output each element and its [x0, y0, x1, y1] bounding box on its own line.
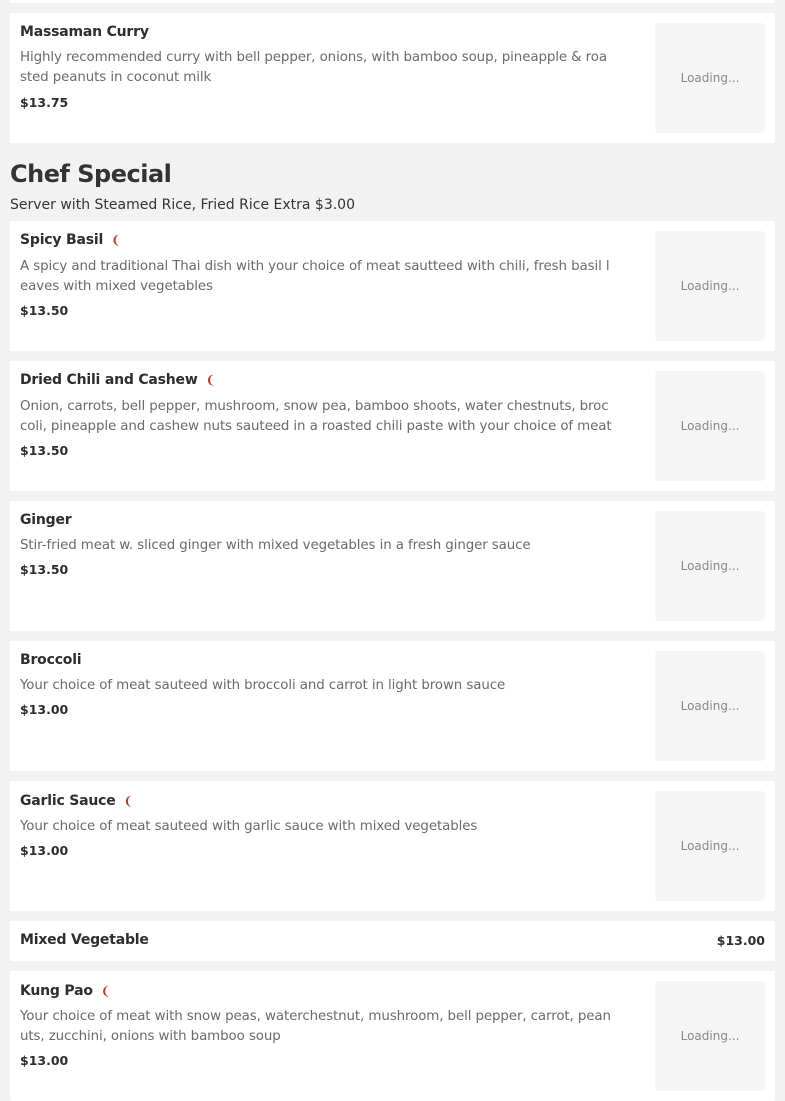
- item-description-line: coli, pineapple and cashew nuts sauteed …: [20, 419, 612, 434]
- item-description-line: Stir-fried meat w. sliced ginger with mi…: [20, 538, 531, 553]
- item-image-placeholder: Loading...: [655, 511, 765, 621]
- menu-item-broccoli[interactable]: Broccoli Your choice of meat sauteed wit…: [10, 641, 775, 771]
- chili-pepper-icon: ❨: [111, 233, 121, 247]
- loading-text: Loading...: [680, 699, 740, 713]
- item-name: Massaman Curry: [20, 24, 149, 40]
- menu-item-massaman-curry[interactable]: Massaman Curry Highly recommended curry …: [10, 13, 775, 143]
- item-name-text: Massaman Curry: [20, 24, 149, 40]
- chili-pepper-icon: ❨: [123, 794, 134, 808]
- chili-pepper-icon: ❨: [100, 984, 111, 998]
- item-image-placeholder: Loading...: [655, 651, 765, 761]
- item-name: Mixed Vegetable: [20, 932, 149, 948]
- item-name-text: Mixed Vegetable: [20, 932, 149, 948]
- item-description: Stir-fried meat w. sliced ginger with mi…: [20, 536, 645, 556]
- item-price: $13.75: [20, 95, 69, 110]
- loading-text: Loading...: [680, 839, 740, 853]
- loading-text: Loading...: [680, 71, 740, 85]
- item-description: Highly recommended curry with bell peppe…: [20, 48, 645, 88]
- section-title: Chef Special: [10, 160, 172, 188]
- item-name: Kung Pao ❨: [20, 983, 111, 999]
- item-description-line: A spicy and traditional Thai dish with y…: [20, 259, 610, 274]
- menu-item-kung-pao[interactable]: Kung Pao ❨ Your choice of meat with snow…: [10, 971, 775, 1101]
- item-image-placeholder: Loading...: [655, 981, 765, 1091]
- item-name-text: Ginger: [20, 512, 72, 528]
- item-description: Your choice of meat sauteed with broccol…: [20, 676, 645, 696]
- item-description-line: Your choice of meat with snow peas, wate…: [20, 1009, 611, 1024]
- loading-text: Loading...: [680, 559, 740, 573]
- item-name-text: Spicy Basil: [20, 232, 104, 248]
- item-price: $13.00: [716, 933, 765, 948]
- item-description: Your choice of meat sauteed with garlic …: [20, 817, 645, 837]
- menu-item-dried-chili-and-cashew[interactable]: Dried Chili and Cashew ❨ Onion, carrots,…: [10, 361, 775, 491]
- menu-item-mixed-vegetable[interactable]: Mixed Vegetable $13.00: [10, 921, 775, 961]
- item-price: $13.00: [20, 843, 69, 858]
- item-price: $13.00: [20, 702, 69, 717]
- menu-item-spicy-basil[interactable]: Spicy Basil ❨ A spicy and traditional Th…: [10, 221, 775, 351]
- loading-text: Loading...: [680, 1029, 740, 1043]
- item-description-line: eaves with mixed vegetables: [20, 279, 213, 294]
- item-description-line: Your choice of meat sauteed with broccol…: [20, 678, 506, 693]
- item-name: Dried Chili and Cashew ❨: [20, 372, 216, 388]
- item-price: $13.50: [20, 443, 69, 458]
- item-name: Ginger: [20, 512, 72, 528]
- item-description-line: Onion, carrots, bell pepper, mushroom, s…: [20, 399, 609, 414]
- item-image-placeholder: Loading...: [655, 231, 765, 341]
- loading-text: Loading...: [680, 279, 740, 293]
- item-description-line: Your choice of meat sauteed with garlic …: [20, 819, 478, 834]
- item-image-placeholder: Loading...: [655, 23, 765, 133]
- chili-pepper-icon: ❨: [205, 373, 216, 387]
- item-name-text: Broccoli: [20, 652, 82, 668]
- item-name-text: Garlic Sauce: [20, 793, 116, 809]
- menu-item-garlic-sauce[interactable]: Garlic Sauce ❨ Your choice of meat saute…: [10, 781, 775, 911]
- item-name: Broccoli: [20, 652, 82, 668]
- item-name: Garlic Sauce ❨: [20, 793, 134, 809]
- menu-item-ginger[interactable]: Ginger Stir-fried meat w. sliced ginger …: [10, 501, 775, 631]
- item-description-line: sted peanuts in coconut milk: [20, 70, 212, 85]
- loading-text: Loading...: [680, 419, 740, 433]
- item-description-line: uts, zucchini, onions with bamboo soup: [20, 1029, 281, 1044]
- item-price: $13.00: [20, 1053, 69, 1068]
- item-name: Spicy Basil ❨: [20, 232, 121, 248]
- item-description: A spicy and traditional Thai dish with y…: [20, 257, 645, 297]
- item-price: $13.50: [20, 303, 69, 318]
- item-description-line: Highly recommended curry with bell peppe…: [20, 50, 607, 65]
- item-description: Your choice of meat with snow peas, wate…: [20, 1007, 645, 1047]
- section-subtitle: Server with Steamed Rice, Fried Rice Ext…: [10, 197, 355, 213]
- previous-item-card-edge: [10, 0, 775, 3]
- item-image-placeholder: Loading...: [655, 371, 765, 481]
- item-name-text: Kung Pao: [20, 983, 93, 999]
- item-price: $13.50: [20, 562, 69, 577]
- item-image-placeholder: Loading...: [655, 791, 765, 901]
- item-name-text: Dried Chili and Cashew: [20, 372, 198, 388]
- item-description: Onion, carrots, bell pepper, mushroom, s…: [20, 397, 645, 437]
